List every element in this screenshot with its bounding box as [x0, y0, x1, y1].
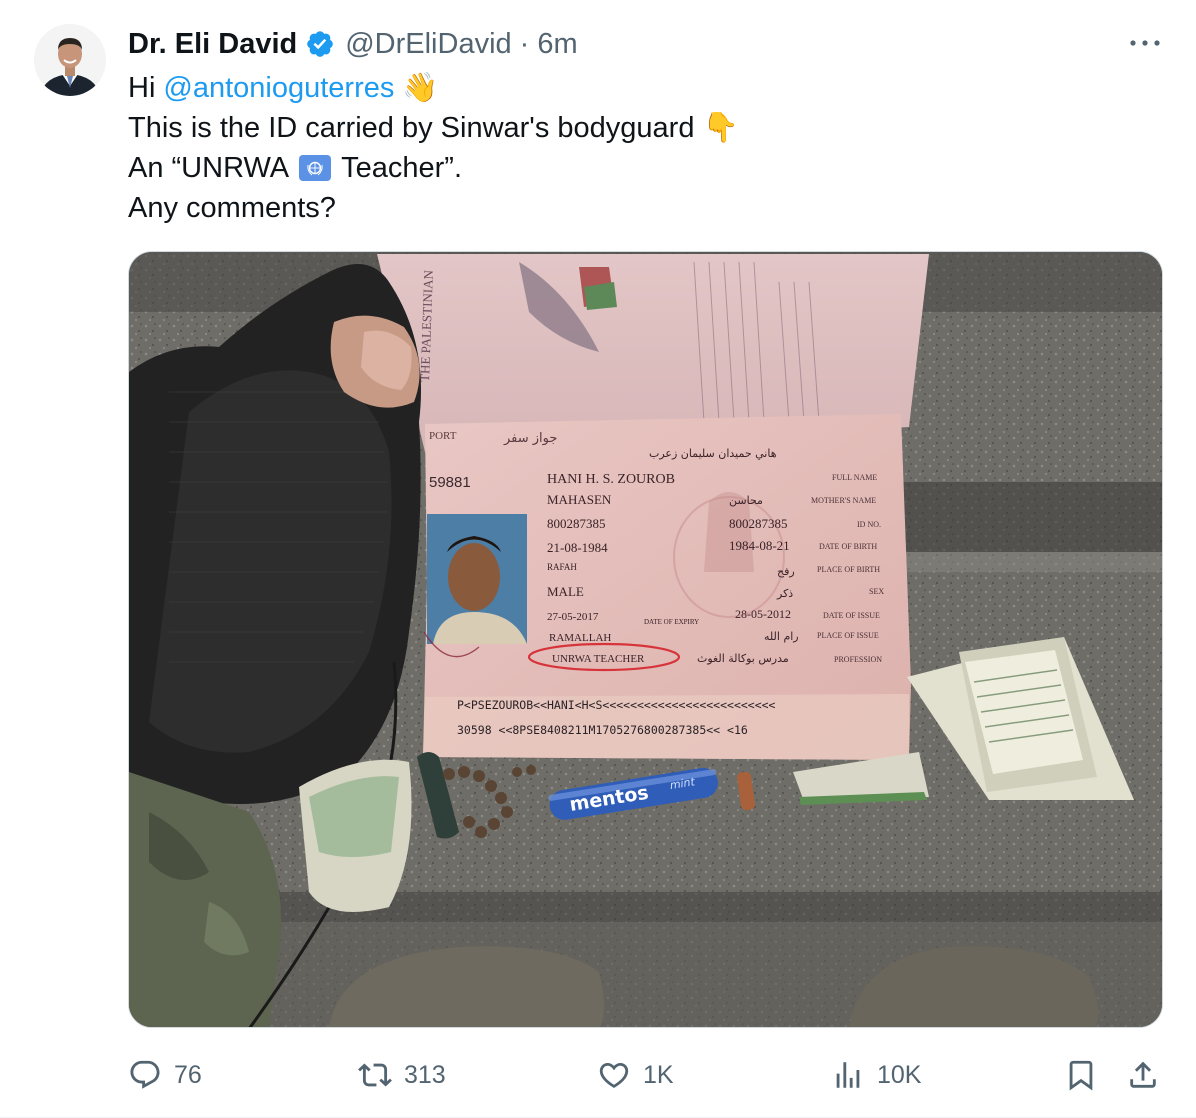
author-name[interactable]: Dr. Eli David: [128, 28, 297, 61]
id-number: 800287385: [547, 516, 606, 531]
tweet-actions: 76 313 1K 10K: [128, 1054, 1168, 1096]
more-options-icon[interactable]: [1125, 28, 1165, 58]
tweet-line-2-text: This is the ID carried by Sinwar's bodyg…: [128, 112, 695, 144]
sex-ar: ذكر: [776, 587, 793, 600]
place-of-issue-ar: رام الله: [764, 630, 799, 643]
avatar[interactable]: [34, 24, 106, 96]
views-chart-icon: [836, 1062, 860, 1088]
tweet-line-4-text: Any comments?: [128, 192, 336, 224]
share-icon: [1130, 1061, 1156, 1088]
repost-button[interactable]: 313: [358, 1054, 446, 1096]
id-number-right: 800287385: [729, 516, 788, 531]
profession-ar: مدرس بوكالة الغوث: [697, 652, 789, 665]
greeting-text: Hi: [128, 72, 156, 104]
repost-count: 313: [404, 1060, 446, 1089]
label-place-of-birth: PLACE OF BIRTH: [817, 565, 880, 574]
mrz-line-1: P<PSEZOUROB<<HANI<H<S<<<<<<<<<<<<<<<<<<<…: [457, 698, 776, 712]
tweet-line-3-suffix: Teacher”.: [341, 152, 463, 184]
mother-name: MAHASEN: [547, 492, 612, 507]
tweet-timestamp[interactable]: 6m: [537, 28, 577, 61]
avatar-image: [34, 24, 106, 96]
pointing-down-emoji: 👇: [702, 112, 739, 144]
photo-scene: THE PALESTINIAN PORT جواز سفر 59881 HANI…: [129, 252, 1162, 1027]
holder-name: HANI H. S. ZOUROB: [547, 472, 675, 487]
place-of-issue: RAMALLAH: [549, 632, 611, 644]
passport-label: PORT: [429, 430, 457, 442]
date-of-expiry: 27-05-2017: [547, 611, 599, 623]
like-button[interactable]: 1K: [597, 1054, 674, 1096]
passport-number: 59881: [429, 474, 471, 491]
label-place-of-issue: PLACE OF ISSUE: [817, 631, 879, 640]
reply-button[interactable]: 76: [128, 1054, 202, 1096]
mention-link[interactable]: @antonioguterres: [163, 68, 394, 108]
label-date-of-issue: DATE OF ISSUE: [823, 611, 880, 620]
bookmark-button[interactable]: [1064, 1054, 1098, 1096]
label-full-name: FULL NAME: [832, 473, 877, 482]
label-date-of-expiry: DATE OF EXPIRY: [644, 618, 699, 626]
tweet-text: Hi @antonioguterres 👋 This is the ID car…: [128, 68, 739, 228]
tweet-photo[interactable]: THE PALESTINIAN PORT جواز سفر 59881 HANI…: [128, 251, 1163, 1028]
label-mothers-name: MOTHER'S NAME: [811, 496, 876, 505]
like-count: 1K: [643, 1060, 674, 1089]
reply-icon: [130, 1060, 160, 1089]
reply-count: 76: [174, 1060, 202, 1089]
place-of-birth-ar: رفح: [777, 565, 795, 578]
mother-name-ar: محاسن: [729, 494, 763, 507]
tweet-line-3-prefix: An “UNRWA: [128, 152, 290, 184]
tweet-header: Dr. Eli David @DrEliDavid · 6m: [128, 26, 578, 62]
passport-label-ar: جواز سفر: [503, 431, 557, 446]
date-of-birth: 21-08-1984: [547, 540, 608, 555]
holder-name-ar: هاني حميدان سليمان زعرب: [649, 447, 777, 460]
heart-icon: [599, 1062, 629, 1088]
place-of-birth: RAFAH: [547, 562, 577, 572]
un-emblem-icon: [307, 161, 323, 176]
date-of-birth-right: 1984-08-21: [729, 538, 790, 553]
verified-badge-icon[interactable]: [305, 29, 335, 59]
tweet-line-3: An “UNRWA Teacher”.: [128, 148, 739, 188]
tweet-line-2: This is the ID carried by Sinwar's bodyg…: [128, 108, 739, 148]
author-handle[interactable]: @DrEliDavid: [345, 28, 511, 61]
label-profession: PROFESSION: [834, 655, 882, 664]
un-flag-emoji: [299, 155, 332, 181]
header-separator: ·: [519, 27, 530, 60]
bookmark-icon: [1069, 1060, 1093, 1091]
profession: UNRWA TEACHER: [552, 653, 645, 665]
waving-hand-emoji: 👋: [402, 72, 439, 104]
views-button[interactable]: 10K: [831, 1054, 921, 1096]
tweet-line-1: Hi @antonioguterres 👋: [128, 68, 739, 108]
label-sex: SEX: [869, 587, 884, 596]
share-button[interactable]: [1126, 1054, 1160, 1096]
label-id-no: ID NO.: [857, 520, 881, 529]
date-of-issue: 28-05-2012: [735, 607, 791, 621]
sex: MALE: [547, 584, 584, 599]
views-count: 10K: [877, 1060, 922, 1089]
tweet-article[interactable]: Dr. Eli David @DrEliDavid · 6m Hi @anton…: [0, 0, 1196, 1118]
mrz-line-2: 30598 <<8PSE8408211M1705276800287385<< <…: [457, 723, 748, 737]
label-date-of-birth: DATE OF BIRTH: [819, 542, 877, 551]
tweet-line-4: Any comments?: [128, 188, 739, 228]
repost-icon: [358, 1063, 392, 1087]
